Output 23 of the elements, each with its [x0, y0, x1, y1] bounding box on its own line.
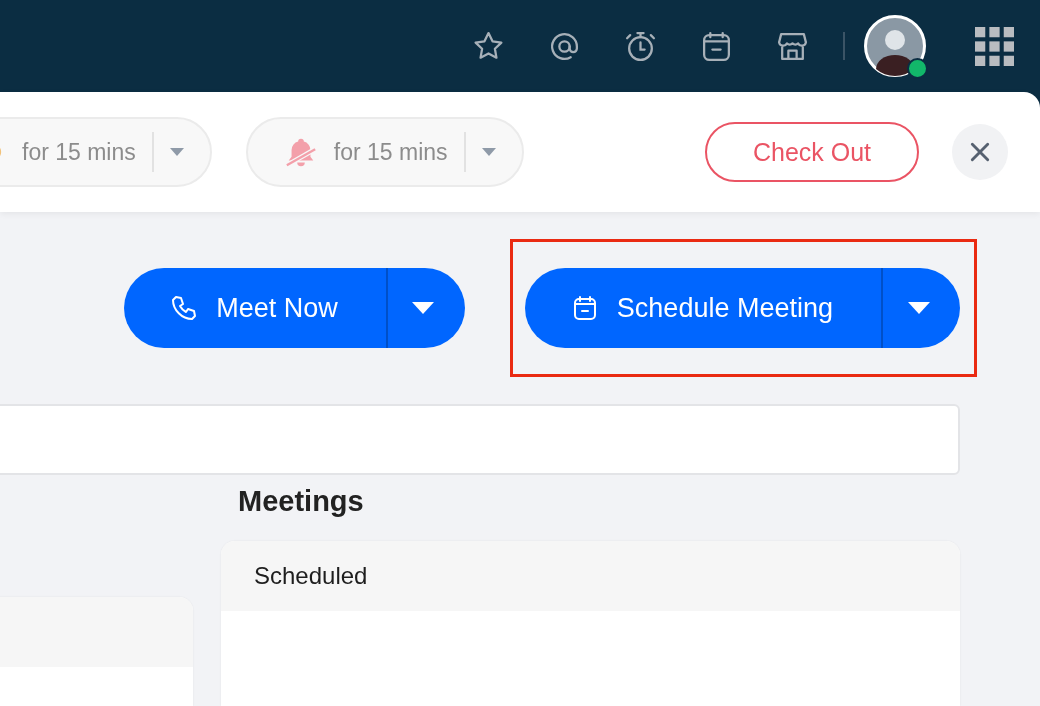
phone-icon	[170, 294, 199, 322]
avatar[interactable]	[864, 15, 926, 77]
schedule-meeting-button[interactable]: Schedule Meeting	[524, 268, 881, 348]
caret-icon	[412, 302, 435, 314]
caret-icon[interactable]	[481, 148, 496, 156]
card-header-title: Scheduled	[254, 562, 368, 590]
section-title: Meetings	[237, 484, 365, 519]
search-field[interactable]	[0, 404, 960, 475]
caret-icon	[907, 302, 930, 314]
apps-grid-icon[interactable]	[975, 26, 1014, 66]
caret-icon[interactable]	[169, 148, 184, 156]
meet-now-button[interactable]: Meet Now	[124, 268, 386, 348]
close-icon	[969, 141, 991, 163]
status-pill[interactable]: for 15 mins	[245, 117, 524, 187]
duration-label: for 15 mins	[333, 138, 448, 166]
dropdown-button[interactable]	[385, 268, 465, 348]
duration-label: for 15 mins	[22, 138, 136, 166]
dropdown-button[interactable]	[881, 268, 960, 348]
calendar-icon[interactable]	[700, 29, 733, 63]
status-pill[interactable]: for 15 mins	[0, 117, 212, 187]
check-out-button[interactable]: Check Out	[705, 122, 919, 182]
close-button[interactable]	[952, 124, 1008, 180]
stopwatch-icon[interactable]	[624, 29, 657, 63]
